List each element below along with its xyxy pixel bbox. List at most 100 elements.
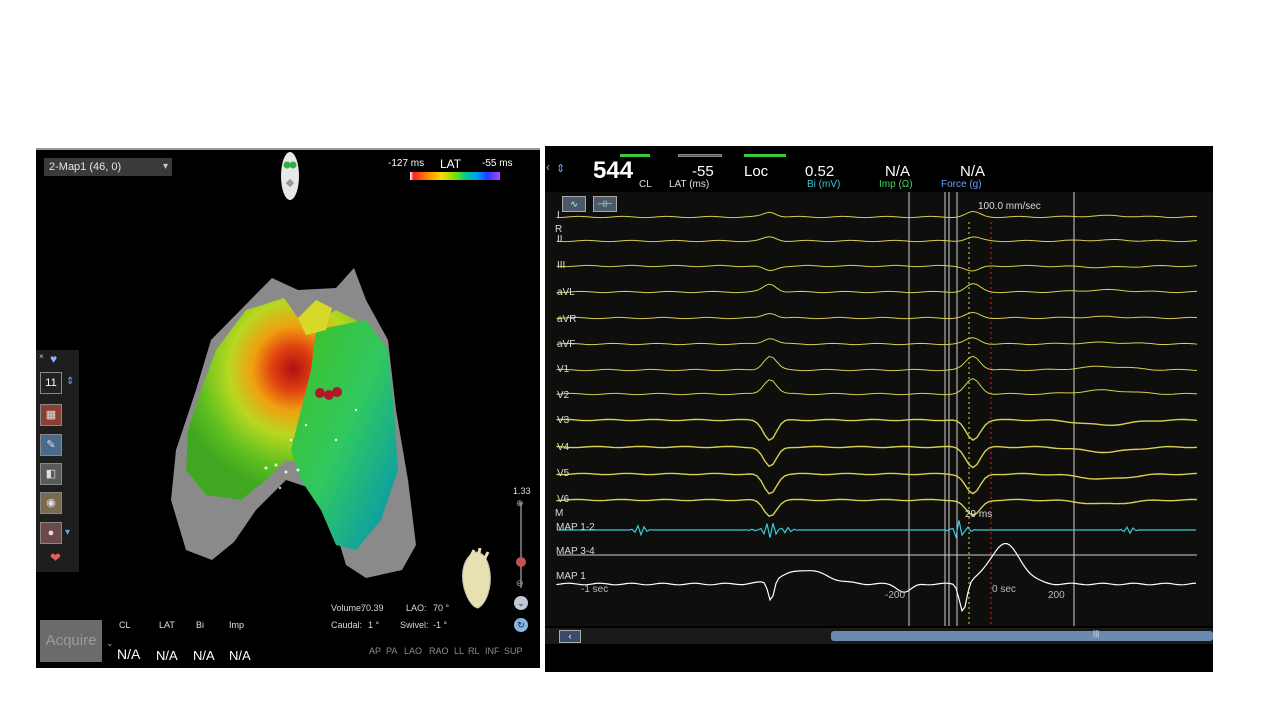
loc-indicator <box>744 154 786 157</box>
map-panel: 2-Map1 (46, 0) ▾ -127 ms LAT -55 ms × ♥ … <box>36 148 540 668</box>
view-sup-button[interactable]: SUP <box>504 646 523 656</box>
ecg-trace <box>556 311 1198 320</box>
lead-label-v6: V6 <box>557 494 570 505</box>
view-ap-button[interactable]: AP <box>369 646 381 656</box>
lead-label-m: M <box>555 508 564 519</box>
readout-bar: ⇕ ‹ 544 CL -55 LAT (ms) Loc 0.52 Bi (mV)… <box>545 146 1213 192</box>
chevron-down-icon[interactable]: ⌄ <box>514 596 528 610</box>
value-lat: N/A <box>156 648 178 663</box>
time-label-left: -1 sec <box>581 584 609 595</box>
rotate-view-icon[interactable]: ↻ <box>514 618 528 632</box>
view-rao-button[interactable]: RAO <box>429 646 449 656</box>
chevron-down-icon[interactable]: ▾ <box>65 527 70 538</box>
close-icon[interactable]: × <box>39 352 44 361</box>
chevron-updown-icon[interactable]: ⇕ <box>66 376 74 387</box>
zoom-out-icon[interactable]: ⊖ <box>516 578 524 589</box>
panel-edge-label: ‹ <box>546 160 550 174</box>
ecg-trace <box>556 498 1198 518</box>
lead-label-map12: MAP 1-2 <box>556 522 595 533</box>
lat-scale-title: LAT <box>440 157 462 171</box>
view-lao-button[interactable]: LAO <box>404 646 422 656</box>
zoom-slider-handle[interactable] <box>516 557 526 567</box>
scroll-left-icon[interactable]: ‹ <box>559 630 581 643</box>
grip-icon: ||| <box>1093 629 1100 638</box>
lead-label-i: I <box>557 210 560 221</box>
zoom-slider-track[interactable] <box>520 502 522 588</box>
loc-value: Loc <box>744 163 769 180</box>
lead-label-v5: V5 <box>557 468 570 479</box>
ecg-trace <box>556 355 1198 372</box>
panel-divider <box>542 150 543 664</box>
cl-value: 544 <box>593 157 634 184</box>
lat-max-label: -55 ms <box>482 158 513 169</box>
record-tool-icon[interactable]: ● <box>40 522 62 544</box>
lead-label-map34: MAP 3-4 <box>556 546 595 557</box>
view-rl-button[interactable]: RL <box>468 646 480 656</box>
scrollbar-thumb[interactable]: ||| <box>831 629 1213 641</box>
value-cl: N/A <box>117 646 141 662</box>
erase-tool-icon[interactable]: ◧ <box>40 463 62 485</box>
grid-map-icon[interactable]: ▦ <box>40 404 62 426</box>
ecg-trace <box>556 264 1198 272</box>
lat-indicator <box>678 154 722 157</box>
lao-value: 70 ° <box>433 603 450 613</box>
ecg-trace <box>556 282 1198 294</box>
volume-value: 70.39 <box>361 603 384 613</box>
heart-filter-icon[interactable]: ♥ <box>50 352 57 366</box>
view-ll-button[interactable]: LL <box>454 646 464 656</box>
force-label: Force (g) <box>941 179 982 190</box>
ecg-trace <box>556 445 1198 469</box>
zoom-value: 1.33 <box>513 486 531 496</box>
header-imp: Imp <box>229 620 245 630</box>
annotation-ms: 29 ms <box>965 509 993 520</box>
swivel-value: -1 ° <box>433 620 448 630</box>
acquire-button[interactable]: Acquire <box>40 620 102 662</box>
acquire-label: Acquire <box>45 632 97 649</box>
point-counter-value: 11 <box>45 377 57 389</box>
imp-value: N/A <box>885 163 911 180</box>
lead-label-map1: MAP 1 <box>556 571 586 582</box>
volume-label: Volume: <box>331 603 364 613</box>
trace-area[interactable]: ∿ ⊣⊢ 100.0 mm/sec I R II III aVL aVR aVF… <box>545 192 1213 626</box>
force-value: N/A <box>960 163 986 180</box>
swivel-label: Swivel: <box>400 620 429 630</box>
bi-value: 0.52 <box>805 163 835 180</box>
lead-label-v1: V1 <box>557 364 570 375</box>
chevron-down-icon[interactable]: ▾ <box>163 158 168 176</box>
caudal-label: Caudal: <box>331 620 363 630</box>
chevron-down-icon[interactable]: ⌄ <box>106 638 114 649</box>
tag-tool-icon[interactable]: ◉ <box>40 492 62 514</box>
orientation-widget-icon[interactable] <box>280 150 300 202</box>
lat-colorbar <box>410 172 500 180</box>
map1-trace <box>556 543 1197 613</box>
view-inf-button[interactable]: INF <box>485 646 500 656</box>
catheter-tool-icon[interactable]: ✎ <box>40 434 62 456</box>
lead-label-ii: II <box>557 234 563 245</box>
zoom-in-icon[interactable]: ⊕ <box>516 498 524 509</box>
lead-label-v2: V2 <box>557 390 570 401</box>
lead-label-iii: III <box>557 260 566 271</box>
time-label-zero: 0 sec <box>992 584 1016 595</box>
lat-min-label: -127 ms <box>388 158 425 169</box>
egm-panel: ⇕ ‹ 544 CL -55 LAT (ms) Loc 0.52 Bi (mV)… <box>545 146 1213 672</box>
lao-label: LAO: <box>406 603 427 613</box>
header-cl: CL <box>119 620 131 630</box>
map-selector[interactable]: 2-Map1 (46, 0) ▾ <box>44 158 172 176</box>
lead-label-avf: aVF <box>557 339 576 350</box>
imp-label: Imp (Ω) <box>879 179 913 190</box>
lead-label-v3: V3 <box>557 415 570 426</box>
ecg-trace <box>556 418 1198 442</box>
timeline-scrollbar[interactable]: ‹ ||| <box>545 628 1213 644</box>
lead-label-avr: aVR <box>557 314 577 325</box>
ecg-trace <box>556 378 1198 396</box>
lat-value: -55 <box>692 163 714 180</box>
caudal-value: 1 ° <box>368 620 380 630</box>
heart-orientation-icon[interactable] <box>456 548 496 612</box>
point-counter[interactable]: 11 <box>40 372 62 394</box>
map-title: 2-Map1 (46, 0) <box>49 161 122 173</box>
lead-label-v4: V4 <box>557 442 570 453</box>
view-pa-button[interactable]: PA <box>386 646 397 656</box>
time-label-plus200: 200 <box>1048 590 1065 601</box>
heart-view-icon[interactable]: ❤ <box>50 550 61 566</box>
chevron-updown-icon[interactable]: ⇕ <box>556 162 565 175</box>
